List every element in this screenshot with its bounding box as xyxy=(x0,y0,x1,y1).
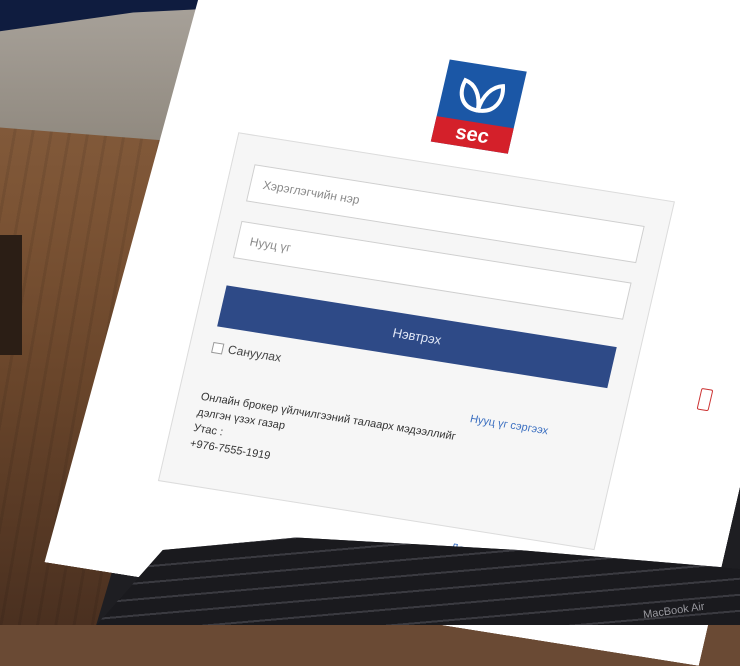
info-text: Онлайн брокер үйлчилгээний талаарх мэдээ… xyxy=(188,389,593,513)
logo-leaf-icon xyxy=(449,67,513,122)
login-panel: Хэрэглэгчийн нэр Нууц үг Нэвтрэх Сануула… xyxy=(158,132,675,550)
sec-logo: sec xyxy=(431,59,527,153)
checkbox-icon[interactable] xyxy=(211,342,224,354)
remember-checkbox[interactable]: Сануулах xyxy=(211,340,283,365)
photo-scene: sec Хэрэглэгчийн нэр Нууц үг Нэвтрэх Сан… xyxy=(0,0,740,625)
remember-label: Сануулах xyxy=(226,342,283,365)
dark-object xyxy=(0,235,22,355)
side-icon xyxy=(697,388,714,411)
